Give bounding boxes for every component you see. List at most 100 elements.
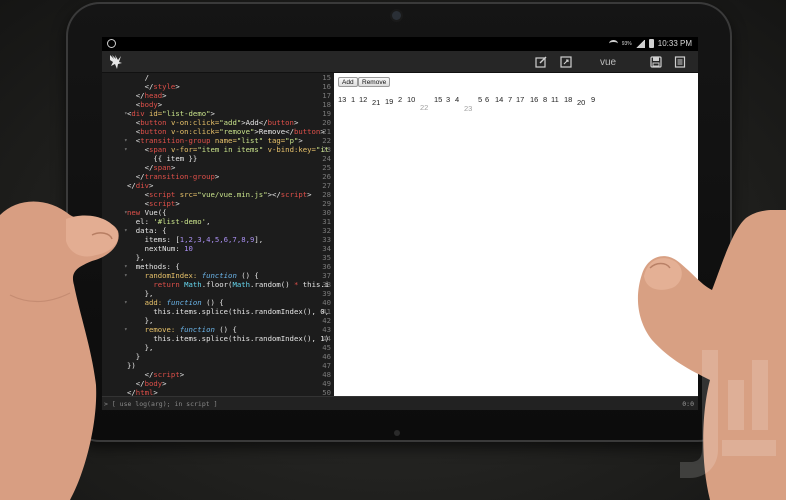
- code-token: function: [179, 325, 215, 334]
- code-line[interactable]: 16 </style>: [102, 82, 334, 91]
- list-item: 12: [359, 95, 368, 104]
- code-line[interactable]: 41 this.items.splice(this.randomIndex(),…: [102, 307, 334, 316]
- code-token: style: [153, 82, 176, 91]
- code-token: el:: [127, 217, 154, 226]
- code-token: >: [214, 172, 220, 181]
- code-line[interactable]: 28 <script src="vue/vue.min.js"></script…: [102, 190, 334, 199]
- code-line[interactable]: 34 nextNum: 10: [102, 244, 334, 253]
- line-number: 22: [322, 136, 331, 145]
- line-number: 35: [322, 253, 331, 262]
- app-logo-icon: [110, 55, 122, 69]
- code-line[interactable]: 42 },: [102, 316, 334, 325]
- code-token: randomIndex:: [127, 271, 202, 280]
- code-line[interactable]: 46 }: [102, 352, 334, 361]
- code-token: <: [127, 190, 149, 199]
- code-token: },: [127, 343, 154, 352]
- code-text: <button v-on:click="remove">Remove</butt…: [127, 127, 325, 136]
- code-text: this.items.splice(this.randomIndex(), 0,: [127, 307, 329, 316]
- code-token: 1,2,3,4,5,6,7,8,9: [179, 235, 255, 244]
- code-token: script: [148, 190, 176, 199]
- code-line[interactable]: 31 el: '#list-demo',: [102, 217, 334, 226]
- code-token: >: [153, 388, 158, 396]
- preview-icon[interactable]: [559, 55, 573, 69]
- code-token: 10: [184, 244, 193, 253]
- list-item: 23: [464, 104, 473, 113]
- code-token: >: [162, 379, 167, 388]
- code-line[interactable]: 32 ▾ data: {: [102, 226, 334, 235]
- code-line[interactable]: 45 },: [102, 343, 334, 352]
- status-indicators: 93% 10:33 PM: [608, 39, 692, 48]
- code-line[interactable]: 15 /: [102, 73, 334, 82]
- list-item: 10: [407, 95, 416, 104]
- code-line[interactable]: 39 },: [102, 289, 334, 298]
- code-line[interactable]: 48 </script>: [102, 370, 334, 379]
- code-token: span: [148, 145, 167, 154]
- code-text: },: [127, 343, 154, 352]
- menu-icon[interactable]: [673, 55, 687, 69]
- code-text: nextNum: 10: [127, 244, 193, 253]
- list-item: 13: [338, 95, 347, 104]
- code-line[interactable]: 33 items: [1,2,3,4,5,6,7,8,9],: [102, 235, 334, 244]
- code-token: v-bind:key=: [263, 145, 316, 154]
- code-line[interactable]: 37 ▾ randomIndex: function () {: [102, 271, 334, 280]
- code-token: '#list-demo': [153, 217, 207, 226]
- code-line[interactable]: 23 ▾ <span v-for="item in items" v-bind:k…: [102, 145, 334, 154]
- code-token: <: [127, 145, 149, 154]
- code-token: button: [140, 118, 167, 127]
- code-line[interactable]: 18 <body>: [102, 100, 334, 109]
- save-icon[interactable]: [649, 55, 663, 69]
- code-token: "add": [219, 118, 242, 127]
- code-line[interactable]: 26 </transition-group>: [102, 172, 334, 181]
- code-token: <: [127, 127, 141, 136]
- line-number: 26: [322, 172, 331, 181]
- code-editor[interactable]: 15 /16 </style> 17 </head> 18 <body> 19 ▾ <di…: [102, 73, 334, 396]
- code-text: <button v-on:click="add">Add</button>: [127, 118, 299, 127]
- code-text: return Math.floor(Math.random() * this.i: [127, 280, 329, 289]
- edit-icon[interactable]: [534, 55, 548, 69]
- code-token: name=: [210, 136, 237, 145]
- code-line[interactable]: 50 </html>: [102, 388, 334, 396]
- code-text: this.items.splice(this.randomIndex(), 1): [127, 334, 329, 343]
- console-bar[interactable]: > [ use log(arg); in script ] 0:0: [102, 396, 698, 410]
- code-text: {{ item }}: [127, 154, 197, 163]
- battery-icon: [648, 39, 654, 48]
- code-token: >: [293, 118, 299, 127]
- notification-icon: [107, 39, 116, 48]
- code-text: remove: function () {: [127, 325, 237, 334]
- list-item: 9: [591, 95, 596, 104]
- code-line[interactable]: 17 </head>: [102, 91, 334, 100]
- code-token: ,: [206, 217, 211, 226]
- code-line[interactable]: 44 this.items.splice(this.randomIndex(),…: [102, 334, 334, 343]
- code-line[interactable]: 20 <button v-on:click="add">Add</button>: [102, 118, 334, 127]
- code-line[interactable]: 40 ▾ add: function () {: [102, 298, 334, 307]
- code-line[interactable]: 25 </span>: [102, 163, 334, 172]
- code-line[interactable]: 27 </div>: [102, 181, 334, 190]
- list-item: 2: [398, 95, 403, 104]
- code-line[interactable]: 22 ▾ <transition-group name="list" tag="p…: [102, 136, 334, 145]
- code-token: >: [179, 370, 185, 379]
- code-token: "remove": [219, 127, 255, 136]
- battery-percent: 93%: [621, 40, 632, 47]
- code-text: el: '#list-demo',: [127, 217, 211, 226]
- code-line[interactable]: 35 },: [102, 253, 334, 262]
- code-line[interactable]: 29 <script>: [102, 199, 334, 208]
- code-line[interactable]: 24 {{ item }}: [102, 154, 334, 163]
- code-line[interactable]: 19 ▾ <div id="list-demo">: [102, 109, 334, 118]
- code-line[interactable]: 21 <button v-on:click="remove">Remove</b…: [102, 127, 334, 136]
- code-line[interactable]: 30 ▾ new Vue({: [102, 208, 334, 217]
- code-line[interactable]: 38 return Math.floor(Math.random() * thi…: [102, 280, 334, 289]
- code-token: "it: [315, 145, 330, 154]
- code-token: {{ item }}: [127, 154, 198, 163]
- code-token: "p": [285, 136, 299, 145]
- code-token: >: [175, 199, 180, 208]
- add-button[interactable]: Add: [338, 77, 358, 87]
- code-line[interactable]: 36 ▾ methods: {: [102, 262, 334, 271]
- code-line[interactable]: 49 </body>: [102, 379, 334, 388]
- code-text: </style>: [127, 82, 180, 91]
- code-line[interactable]: 43 ▾ remove: function () {: [102, 325, 334, 334]
- remove-button[interactable]: Remove: [358, 77, 391, 87]
- code-token: () {: [214, 325, 237, 334]
- code-token: <: [127, 100, 141, 109]
- code-line[interactable]: 47}): [102, 361, 334, 370]
